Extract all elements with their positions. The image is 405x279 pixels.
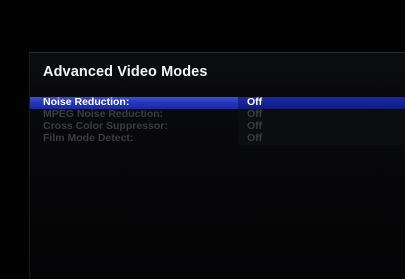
menu-item-value-field xyxy=(238,109,405,121)
menu-item-film-mode-detect[interactable]: Film Mode Detect: Off xyxy=(30,132,405,145)
menu-title: Advanced Video Modes xyxy=(43,64,208,80)
menu-item-value: Off xyxy=(247,108,263,120)
menu-item-label: Noise Reduction: xyxy=(43,96,130,108)
menu-list: Noise Reduction: Off MPEG Noise Reductio… xyxy=(30,96,405,145)
menu-item-mpeg-noise-reduction[interactable]: MPEG Noise Reduction: Off xyxy=(30,108,405,121)
menu-item-value-field xyxy=(238,121,405,133)
menu-item-label: Cross Color Suppressor: xyxy=(43,120,168,132)
menu-item-label: Film Mode Detect: xyxy=(43,132,134,144)
menu-item-value: Off xyxy=(247,120,263,132)
menu-item-cross-color-suppressor[interactable]: Cross Color Suppressor: Off xyxy=(30,120,405,133)
menu-item-value: Off xyxy=(247,96,263,108)
menu-item-value: Off xyxy=(247,132,263,144)
tv-screen: Advanced Video Modes Noise Reduction: Of… xyxy=(0,0,405,279)
menu-item-label: MPEG Noise Reduction: xyxy=(43,108,164,120)
settings-menu-panel: Advanced Video Modes Noise Reduction: Of… xyxy=(29,52,405,279)
menu-item-value-field xyxy=(238,133,405,145)
menu-item-noise-reduction[interactable]: Noise Reduction: Off xyxy=(30,96,405,109)
menu-item-value-field xyxy=(238,97,405,109)
